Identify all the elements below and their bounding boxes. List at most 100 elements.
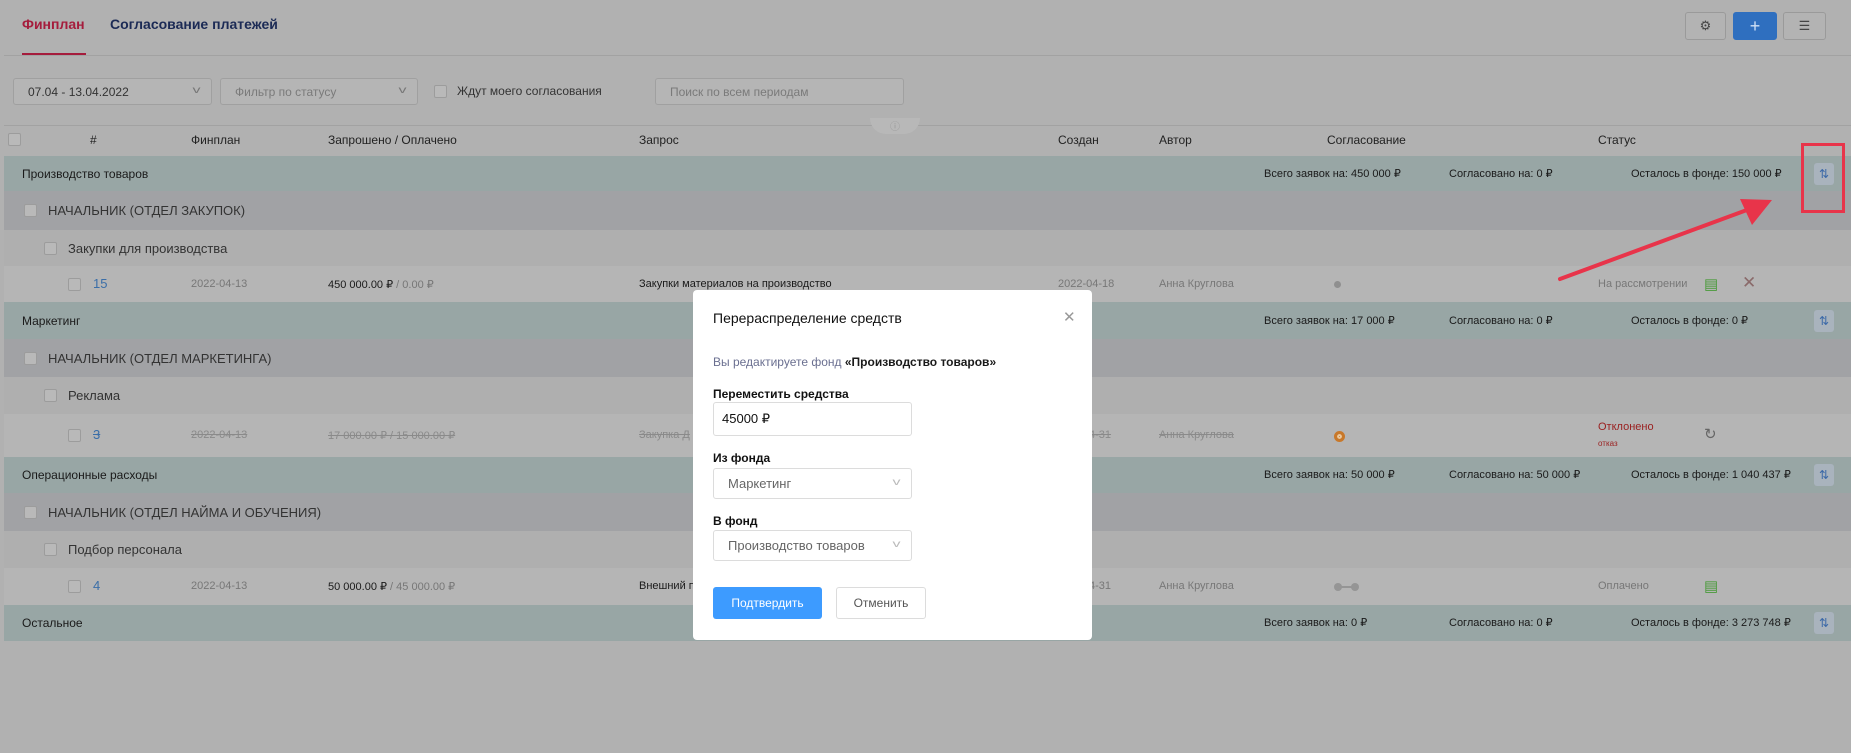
- requested-amount: 450 000.00 ₽: [328, 279, 394, 291]
- requested-amount: 50 000.00 ₽: [328, 581, 387, 593]
- request-id-link[interactable]: 15: [93, 276, 107, 291]
- add-button[interactable]: +: [1733, 12, 1777, 40]
- divider: [4, 125, 1851, 126]
- row-checkbox[interactable]: [68, 278, 81, 291]
- status-filter-placeholder: Фильтр по статусу: [235, 84, 337, 99]
- row-checkbox[interactable]: [24, 204, 37, 217]
- search-input[interactable]: Поиск по всем периодам: [655, 78, 904, 105]
- chevron-down-icon: v: [892, 539, 901, 550]
- category-name: Подбор персонала: [68, 542, 182, 557]
- redistribute-funds-dialog: Перераспределение средств ✕ Вы редактиру…: [693, 290, 1092, 640]
- col-number: #: [90, 133, 97, 147]
- date-range-value: 07.04 - 13.04.2022: [28, 84, 129, 99]
- rejected-status-icon: [1334, 431, 1345, 442]
- col-status: Статус: [1598, 133, 1636, 147]
- fund-total: Всего заявок на: 17 000 ₽: [1264, 315, 1395, 327]
- chevron-down-icon: v: [892, 477, 901, 488]
- to-fund-select[interactable]: Производство товаров v: [713, 530, 912, 561]
- close-icon[interactable]: ✕: [1063, 308, 1076, 326]
- redistribute-button[interactable]: ⇅: [1814, 612, 1834, 634]
- approval-dot-icon: [1334, 281, 1341, 288]
- department-name: НАЧАЛЬНИК (ОТДЕЛ МАРКЕТИНГА): [48, 351, 272, 366]
- row-checkbox[interactable]: [68, 429, 81, 442]
- sort-arrows-icon: ⇅: [1818, 468, 1830, 482]
- fund-approved: Согласовано на: 0 ₽: [1449, 168, 1553, 180]
- to-fund-label: В фонд: [713, 514, 758, 528]
- status-reason: отказ: [1598, 439, 1618, 448]
- editing-fund-prefix: Вы редактируете фонд: [713, 355, 842, 369]
- category-name: Реклама: [68, 388, 121, 403]
- fund-total: Всего заявок на: 450 000 ₽: [1264, 168, 1401, 180]
- created-date: 4-31: [1089, 580, 1112, 592]
- select-all-checkbox[interactable]: [8, 133, 21, 146]
- plus-icon: +: [1749, 15, 1761, 36]
- chevron-down-icon: v: [192, 85, 201, 96]
- from-fund-select[interactable]: Маркетинг v: [713, 468, 912, 499]
- fund-name: Маркетинг: [22, 314, 81, 328]
- status-text: Оплачено: [1598, 580, 1649, 592]
- refresh-icon[interactable]: ↻: [1704, 425, 1717, 443]
- department-name: НАЧАЛЬНИК (ОТДЕЛ ЗАКУПОК): [48, 203, 246, 218]
- divider: [4, 55, 1851, 56]
- fund-remaining: Осталось в фонде: 3 273 748 ₽: [1631, 617, 1791, 629]
- status-text: Отклонено: [1598, 421, 1654, 433]
- request-text: Внешний п: [639, 580, 695, 592]
- row-checkbox[interactable]: [44, 389, 57, 402]
- created-date: 2022-04-18: [1058, 278, 1115, 290]
- fund-remaining: Осталось в фонде: 0 ₽: [1631, 315, 1748, 327]
- approval-steps-icon: [1334, 583, 1360, 591]
- cancel-button[interactable]: Отменить: [836, 587, 926, 619]
- await-approval-checkbox[interactable]: [434, 85, 447, 98]
- row-checkbox[interactable]: [44, 543, 57, 556]
- col-created: Создан: [1058, 133, 1099, 147]
- dialog-title: Перераспределение средств: [713, 310, 902, 326]
- fund-total: Всего заявок на: 0 ₽: [1264, 617, 1368, 629]
- annotation-highlight-box: [1801, 143, 1845, 213]
- fund-remaining: Осталось в фонде: 150 000 ₽: [1631, 168, 1782, 180]
- fund-total: Всего заявок на: 50 000 ₽: [1264, 469, 1395, 481]
- row-checkbox[interactable]: [24, 506, 37, 519]
- col-requested-paid: Запрошено / Оплачено: [328, 133, 457, 147]
- requested-paid-amount: 17 000.00 ₽ / 15 000.00 ₽: [328, 430, 456, 442]
- col-author: Автор: [1159, 133, 1192, 147]
- document-check-icon[interactable]: ▤: [1704, 577, 1718, 595]
- search-placeholder: Поиск по всем периодам: [670, 84, 809, 99]
- col-request: Запрос: [639, 133, 679, 147]
- fund-name: Производство товаров: [22, 167, 149, 181]
- sort-arrows-icon: ⇅: [1818, 314, 1830, 328]
- redistribute-button[interactable]: ⇅: [1814, 310, 1834, 332]
- status-filter-select[interactable]: Фильтр по статусу v: [220, 78, 418, 105]
- amount-value: 45000 ₽: [722, 411, 771, 426]
- paid-amount: / 0.00 ₽: [393, 279, 434, 291]
- fund-name: Операционные расходы: [22, 468, 158, 482]
- tab-payment-approval[interactable]: Согласование платежей: [110, 16, 278, 32]
- redistribute-button[interactable]: ⇅: [1814, 464, 1834, 486]
- row-checkbox[interactable]: [24, 352, 37, 365]
- col-finplan: Финплан: [191, 133, 241, 147]
- finplan-date: 2022-04-13: [191, 429, 248, 441]
- row-checkbox[interactable]: [68, 580, 81, 593]
- scroll-up-icon[interactable]: ⓘ: [870, 118, 920, 134]
- department-name: НАЧАЛЬНИК (ОТДЕЛ НАЙМА И ОБУЧЕНИЯ): [48, 505, 322, 520]
- sort-arrows-icon: ⇅: [1818, 616, 1830, 630]
- confirm-button[interactable]: Подтвердить: [713, 587, 822, 619]
- gear-icon: ⚙: [1699, 18, 1712, 33]
- list-icon: ☰: [1798, 18, 1811, 33]
- fund-approved: Согласовано на: 0 ₽: [1449, 617, 1553, 629]
- tab-finplan[interactable]: Финплан: [22, 16, 85, 32]
- annotation-arrow-icon: [1558, 199, 1772, 281]
- from-fund-label: Из фонда: [713, 451, 771, 465]
- fund-row: Производство товаров Всего заявок на: 45…: [4, 156, 1851, 191]
- settings-button[interactable]: ⚙: [1685, 12, 1726, 40]
- finplan-date: 2022-04-13: [191, 580, 248, 592]
- list-view-button[interactable]: ☰: [1783, 12, 1826, 40]
- request-id-link[interactable]: 3: [93, 427, 100, 442]
- amount-input[interactable]: 45000 ₽: [713, 402, 912, 436]
- editing-fund-name: «Производство товаров»: [844, 355, 997, 369]
- request-id-link[interactable]: 4: [93, 578, 100, 593]
- category-name: Закупки для производства: [68, 241, 228, 256]
- created-date: 4-31: [1089, 429, 1112, 441]
- date-range-select[interactable]: 07.04 - 13.04.2022 v: [13, 78, 212, 105]
- await-approval-label: Ждут моего согласования: [457, 84, 602, 98]
- row-checkbox[interactable]: [44, 242, 57, 255]
